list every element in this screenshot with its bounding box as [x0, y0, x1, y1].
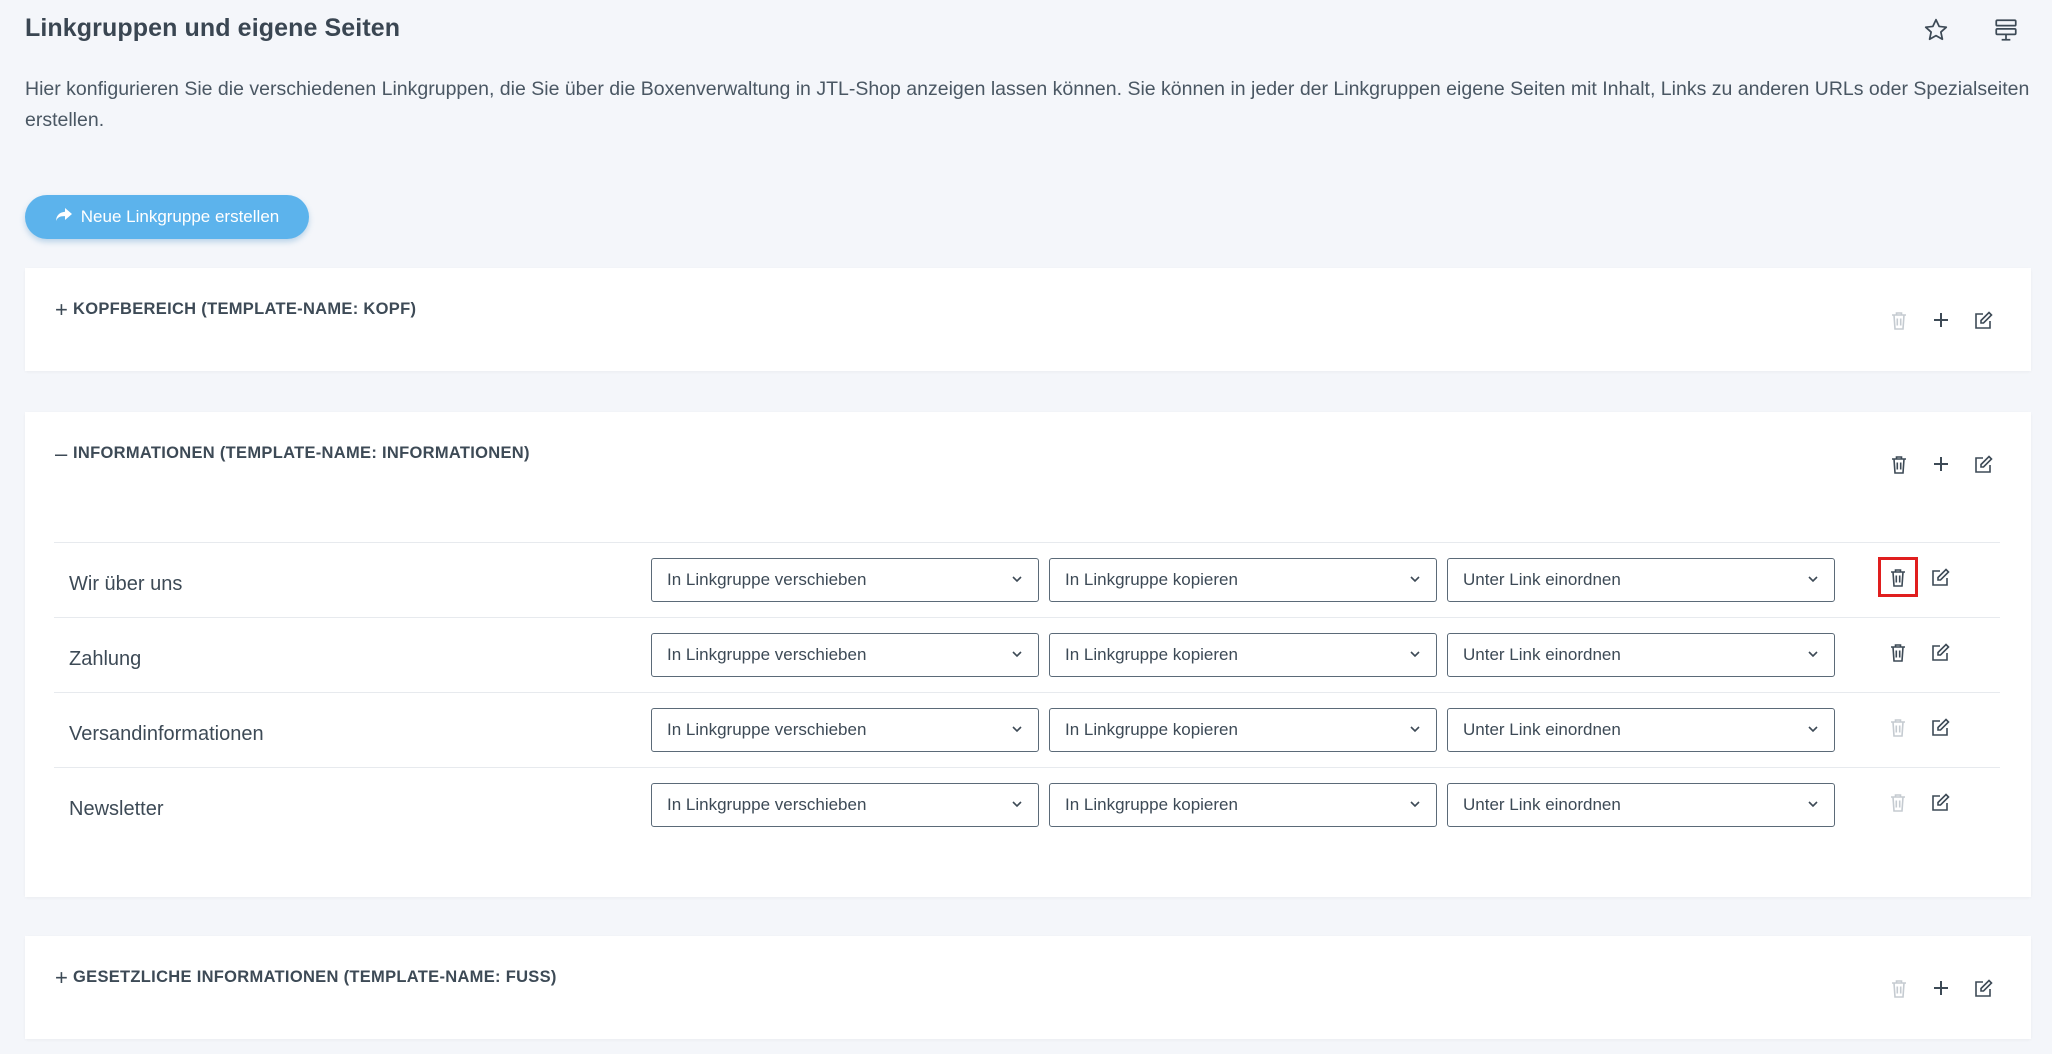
- linkgroup-panel-fuss: + GESETZLICHE INFORMATIONEN (TEMPLATE-NA…: [25, 936, 2031, 1039]
- link-row: Newsletter In Linkgruppe verschieben In …: [54, 767, 2000, 842]
- select-value: In Linkgruppe kopieren: [1065, 645, 1238, 664]
- select-value: In Linkgruppe verschieben: [667, 645, 867, 664]
- trash-icon[interactable]: [1878, 557, 1918, 597]
- select-value: In Linkgruppe kopieren: [1065, 795, 1238, 814]
- expand-toggle[interactable]: +: [55, 298, 69, 320]
- select-value: Unter Link einordnen: [1463, 570, 1621, 589]
- chevron-down-icon: [1012, 651, 1022, 658]
- linkgroup-panel-kopf: + KOPFBEREICH (TEMPLATE-NAME: KOPF): [25, 268, 2031, 371]
- select-value: In Linkgruppe kopieren: [1065, 570, 1238, 589]
- share-icon: [55, 207, 73, 228]
- link-list: Wir über uns In Linkgruppe verschieben I…: [54, 542, 2000, 842]
- edit-icon[interactable]: [1928, 640, 1952, 664]
- layout-icon[interactable]: [1990, 14, 2022, 46]
- link-actions: [1886, 640, 1952, 664]
- trash-icon: [1886, 715, 1910, 739]
- link-name: Newsletter: [69, 798, 164, 820]
- parent-link-select[interactable]: Unter Link einordnen: [1447, 558, 1835, 602]
- select-value: In Linkgruppe kopieren: [1065, 720, 1238, 739]
- select-value: Unter Link einordnen: [1463, 720, 1621, 739]
- edit-icon[interactable]: [1928, 790, 1952, 814]
- link-name: Versandinformationen: [69, 723, 264, 745]
- trash-icon[interactable]: [1886, 640, 1910, 664]
- linkgroup-panel-informationen: – INFORMATIONEN (TEMPLATE-NAME: INFORMAT…: [25, 412, 2031, 897]
- trash-icon: [1886, 790, 1910, 814]
- parent-link-select[interactable]: Unter Link einordnen: [1447, 633, 1835, 677]
- chevron-down-icon: [1012, 576, 1022, 583]
- linkgroup-title: INFORMATIONEN (TEMPLATE-NAME: INFORMATIO…: [73, 444, 530, 462]
- new-linkgroup-label: Neue Linkgruppe erstellen: [80, 207, 280, 226]
- move-to-group-select[interactable]: In Linkgruppe verschieben: [651, 558, 1039, 602]
- chevron-down-icon: [1808, 801, 1818, 808]
- chevron-down-icon: [1012, 726, 1022, 733]
- chevron-down-icon: [1012, 801, 1022, 808]
- copy-to-group-select[interactable]: In Linkgruppe kopieren: [1049, 783, 1437, 827]
- copy-to-group-select[interactable]: In Linkgruppe kopieren: [1049, 633, 1437, 677]
- link-row: Versandinformationen In Linkgruppe versc…: [54, 692, 2000, 767]
- select-value: In Linkgruppe verschieben: [667, 720, 867, 739]
- plus-icon[interactable]: [1929, 308, 1953, 332]
- chevron-down-icon: [1808, 576, 1818, 583]
- header-actions: [1920, 14, 2022, 46]
- edit-icon[interactable]: [1928, 715, 1952, 739]
- linkgroup-header[interactable]: – INFORMATIONEN (TEMPLATE-NAME: INFORMAT…: [55, 442, 530, 464]
- link-name: Zahlung: [69, 648, 142, 670]
- page-title: Linkgruppen und eigene Seiten: [25, 14, 401, 42]
- edit-icon[interactable]: [1971, 308, 1995, 332]
- chevron-down-icon: [1808, 726, 1818, 733]
- select-value: Unter Link einordnen: [1463, 645, 1621, 664]
- linkgroup-title: GESETZLICHE INFORMATIONEN (TEMPLATE-NAME…: [73, 968, 557, 986]
- select-value: In Linkgruppe verschieben: [667, 795, 867, 814]
- edit-icon[interactable]: [1928, 565, 1952, 589]
- select-value: Unter Link einordnen: [1463, 795, 1621, 814]
- linkgroup-title: KOPFBEREICH (TEMPLATE-NAME: KOPF): [73, 300, 417, 318]
- link-actions: [1886, 790, 1952, 814]
- link-name: Wir über uns: [69, 573, 183, 595]
- copy-to-group-select[interactable]: In Linkgruppe kopieren: [1049, 708, 1437, 752]
- link-row: Wir über uns In Linkgruppe verschieben I…: [54, 542, 2000, 617]
- linkgroup-actions: [1887, 452, 1995, 476]
- expand-toggle[interactable]: +: [55, 966, 69, 988]
- linkgroup-actions: [1887, 976, 1995, 1000]
- linkgroup-header[interactable]: + GESETZLICHE INFORMATIONEN (TEMPLATE-NA…: [55, 966, 557, 988]
- edit-icon[interactable]: [1971, 452, 1995, 476]
- linkgroup-header[interactable]: + KOPFBEREICH (TEMPLATE-NAME: KOPF): [55, 298, 417, 320]
- link-actions: [1878, 557, 1952, 597]
- link-row: Zahlung In Linkgruppe verschieben In Lin…: [54, 617, 2000, 692]
- trash-icon[interactable]: [1887, 452, 1911, 476]
- move-to-group-select[interactable]: In Linkgruppe verschieben: [651, 783, 1039, 827]
- intro-text: Hier konfigurieren Sie die verschiedenen…: [25, 78, 2030, 131]
- linkgroup-actions: [1887, 308, 1995, 332]
- edit-icon[interactable]: [1971, 976, 1995, 1000]
- select-value: In Linkgruppe verschieben: [667, 570, 867, 589]
- trash-icon: [1887, 976, 1911, 1000]
- copy-to-group-select[interactable]: In Linkgruppe kopieren: [1049, 558, 1437, 602]
- star-icon[interactable]: [1920, 14, 1952, 46]
- collapse-toggle[interactable]: –: [55, 442, 69, 464]
- parent-link-select[interactable]: Unter Link einordnen: [1447, 708, 1835, 752]
- new-linkgroup-button[interactable]: Neue Linkgruppe erstellen: [25, 195, 309, 239]
- chevron-down-icon: [1410, 801, 1420, 808]
- link-actions: [1886, 715, 1952, 739]
- chevron-down-icon: [1808, 651, 1818, 658]
- move-to-group-select[interactable]: In Linkgruppe verschieben: [651, 633, 1039, 677]
- chevron-down-icon: [1410, 726, 1420, 733]
- plus-icon[interactable]: [1929, 976, 1953, 1000]
- plus-icon[interactable]: [1929, 452, 1953, 476]
- move-to-group-select[interactable]: In Linkgruppe verschieben: [651, 708, 1039, 752]
- parent-link-select[interactable]: Unter Link einordnen: [1447, 783, 1835, 827]
- chevron-down-icon: [1410, 651, 1420, 658]
- trash-icon: [1887, 308, 1911, 332]
- chevron-down-icon: [1410, 576, 1420, 583]
